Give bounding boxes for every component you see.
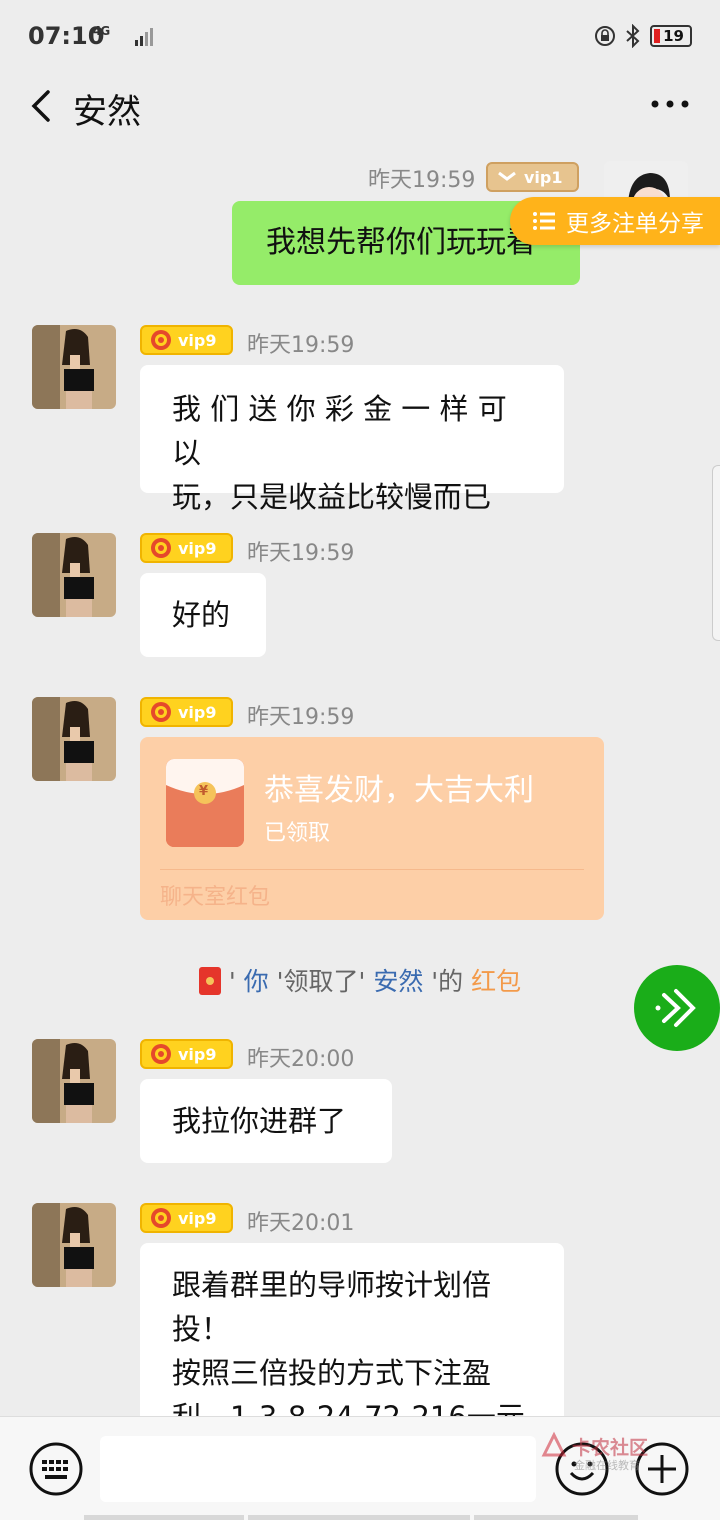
message-bubble[interactable]: 我拉你进群了	[140, 1079, 392, 1163]
vip-badge: vip1	[486, 162, 579, 192]
message-line: 投！	[172, 1312, 231, 1346]
battery-level: 19	[663, 27, 684, 45]
vip-badge: vip9	[140, 1203, 233, 1233]
vip-label: vip9	[178, 1044, 217, 1064]
quick-forward-button[interactable]	[634, 965, 720, 1051]
vip-crest-icon	[151, 330, 171, 350]
message-timestamp: 昨天20:01	[247, 1211, 355, 1236]
message-bubble[interactable]: 跟着群里的导师按计划倍 投！ 按照三倍投的方式下注盈 利，1-3-8-24-72…	[140, 1243, 564, 1443]
vip-badge: vip9	[140, 1039, 233, 1069]
double-chevron-icon	[655, 989, 696, 1027]
vip-crest-icon	[151, 1044, 171, 1064]
message-timestamp: 昨天20:00	[247, 1047, 355, 1072]
vip-label: vip9	[178, 702, 217, 722]
vip-label: vip1	[524, 167, 563, 187]
message-timestamp: 昨天19:59	[247, 705, 355, 730]
contact-avatar[interactable]	[32, 1203, 116, 1287]
vip-crest-icon	[151, 702, 171, 722]
vip-label: vip9	[178, 1208, 217, 1228]
sys-name: 安然	[373, 967, 424, 996]
sys-you: 你	[243, 967, 269, 996]
status-icons: 19	[594, 24, 692, 48]
network-indicator: 4G	[93, 24, 110, 38]
watermark-brand: 卡农社区	[572, 1437, 649, 1459]
sys-text: '领取了'	[276, 967, 366, 996]
watermark-logo-icon	[541, 1431, 567, 1457]
message-line: 我拉你进群了	[172, 1104, 347, 1138]
vip-chevron-icon	[498, 171, 516, 181]
message-timestamp: 昨天19:59	[368, 168, 476, 193]
lock-rotation-icon	[595, 26, 615, 46]
chat-header: 安然	[0, 70, 720, 145]
divider	[160, 869, 584, 870]
sys-text: '的	[431, 967, 464, 996]
message-line: 好的	[172, 598, 231, 632]
contact-avatar[interactable]	[32, 1039, 116, 1123]
back-arrow-icon[interactable]	[28, 86, 58, 126]
message-timestamp: 昨天19:59	[247, 333, 355, 358]
input-bar: 卡农社区 金融在线教育	[0, 1416, 720, 1520]
vip-label: vip9	[178, 538, 217, 558]
vip-crest-icon	[151, 1208, 171, 1228]
share-bets-label: 更多注单分享	[566, 211, 704, 237]
red-packet-footer: 聊天室红包	[160, 885, 271, 910]
message-bubble[interactable]: 我 们 送 你 彩 金 一 样 可 以 玩，只是收益比较慢而已	[140, 365, 564, 514]
nav-hint	[248, 1515, 470, 1520]
message-line: 玩，只是收益比较慢而已	[172, 480, 492, 514]
list-icon	[533, 212, 555, 230]
bluetooth-icon	[626, 24, 640, 48]
currency-symbol: ¥	[199, 784, 209, 799]
vip-badge: vip9	[140, 325, 233, 355]
nav-hint	[474, 1515, 638, 1520]
vip-badge: vip9	[140, 697, 233, 727]
vip-label: vip9	[178, 330, 217, 350]
contact-avatar[interactable]	[32, 697, 116, 781]
message-input[interactable]	[100, 1436, 536, 1502]
red-packet-status: 已领取	[264, 821, 331, 846]
message-line: 我 们 送 你 彩 金 一 样 可 以	[172, 392, 507, 470]
watermark: 卡农社区 金融在线教育	[540, 1431, 648, 1472]
message-bubble[interactable]: 好的	[140, 573, 266, 657]
more-options-icon[interactable]	[650, 94, 690, 114]
red-packet-card[interactable]: ¥ 恭喜发财，大吉大利 已领取 聊天室红包	[140, 737, 604, 920]
red-envelope-icon: ¥	[166, 759, 244, 847]
system-message: ' 你 '领取了' 安然 '的 红包	[0, 962, 720, 998]
message-line: 跟着群里的导师按计划倍	[172, 1268, 492, 1302]
sys-packet: 红包	[471, 967, 522, 996]
hd-signal-icon	[135, 28, 153, 46]
watermark-sub: 金融在线教育	[574, 1459, 640, 1472]
chat-title: 安然	[73, 92, 141, 132]
red-packet-small-icon	[198, 967, 221, 995]
share-bets-button[interactable]: 更多注单分享	[510, 197, 720, 245]
nav-hint	[84, 1515, 244, 1520]
vip-crest-icon	[151, 538, 171, 558]
vip-badge: vip9	[140, 533, 233, 563]
message-line: 按照三倍投的方式下注盈	[172, 1356, 492, 1390]
sys-text: '	[228, 967, 236, 996]
red-packet-title: 恭喜发财，大吉大利	[264, 773, 534, 808]
keyboard-icon[interactable]	[28, 1441, 84, 1497]
contact-avatar[interactable]	[32, 325, 116, 409]
battery-indicator: 19	[650, 25, 692, 47]
scroll-handle[interactable]	[712, 465, 720, 641]
contact-avatar[interactable]	[32, 533, 116, 617]
message-timestamp: 昨天19:59	[247, 541, 355, 566]
status-bar: 07:10 4G 19	[0, 0, 720, 70]
